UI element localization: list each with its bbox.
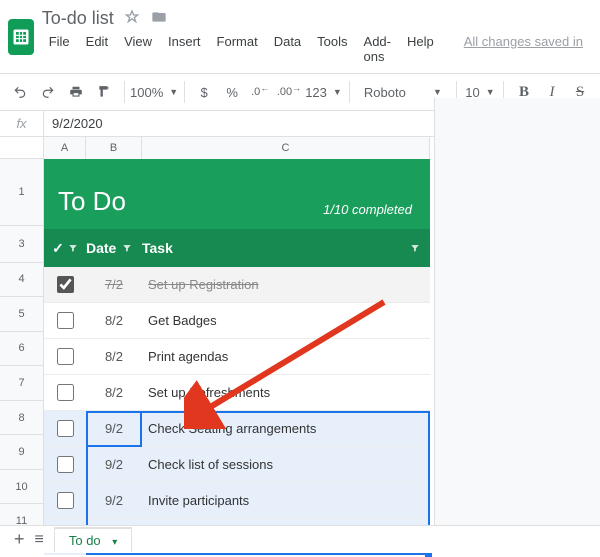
menu-bar: File Edit View Insert Format Data Tools …	[42, 29, 590, 67]
row-header[interactable]: 1	[0, 159, 43, 226]
toolbar-separator	[124, 81, 125, 103]
table-row[interactable]: 8/2 Print agendas	[44, 339, 430, 375]
row-header[interactable]: 9	[0, 435, 43, 470]
task-checkbox[interactable]	[57, 348, 74, 365]
task-text: Set up Registration	[142, 277, 430, 292]
task-text: Check list of sessions	[142, 457, 430, 472]
task-checkbox[interactable]	[57, 456, 74, 473]
task-text: Check Seating arrangements	[142, 421, 430, 436]
row-header[interactable]: 5	[0, 297, 43, 332]
row-header[interactable]: 3	[0, 226, 43, 262]
task-checkbox[interactable]	[57, 420, 74, 437]
menu-file[interactable]: File	[42, 31, 77, 67]
zoom-value: 100%	[130, 85, 163, 100]
caret-down-icon: ▼	[333, 87, 342, 97]
date-header: Date	[86, 240, 116, 256]
sheet-tab[interactable]: To do ▾	[54, 527, 132, 552]
task-date: 9/2	[86, 421, 142, 436]
toolbar-separator	[184, 81, 185, 103]
sheet-tab-menu-icon[interactable]: ▾	[112, 537, 117, 548]
col-header-c[interactable]: C	[142, 137, 430, 159]
star-icon[interactable]	[124, 9, 140, 28]
table-row[interactable]: 9/2 Invite participants	[44, 483, 430, 519]
task-date: 9/2	[86, 493, 142, 508]
filter-icon[interactable]	[68, 243, 78, 253]
zoom-dropdown[interactable]: 100% ▼	[133, 79, 176, 105]
task-checkbox[interactable]	[57, 312, 74, 329]
menu-data[interactable]: Data	[267, 31, 308, 67]
toolbar-separator	[349, 81, 350, 103]
redo-button[interactable]	[36, 79, 60, 105]
menu-help[interactable]: Help	[400, 31, 441, 67]
task-header: Task	[142, 240, 173, 256]
dec-dec-label: .0	[251, 86, 260, 98]
row-header[interactable]: 6	[0, 332, 43, 367]
add-sheet-button[interactable]: +	[14, 529, 25, 550]
table-row[interactable]: 9/2 Check list of sessions	[44, 447, 430, 483]
table-row[interactable]: 8/2 Get Badges	[44, 303, 430, 339]
spreadsheet-icon	[11, 27, 31, 47]
currency-button[interactable]: $	[192, 79, 216, 105]
task-date: 8/2	[86, 349, 142, 364]
table-row[interactable]: 8/2 Set up Refreshments	[44, 375, 430, 411]
more-formats-label: 123	[305, 85, 327, 100]
table-row[interactable]: 9/2 Check Seating arrangements	[44, 411, 430, 447]
caret-down-icon: ▼	[433, 87, 442, 97]
print-button[interactable]	[64, 79, 88, 105]
task-checkbox[interactable]	[57, 384, 74, 401]
inc-dec-label: .00	[277, 86, 292, 98]
task-text: Print agendas	[142, 349, 430, 364]
move-folder-icon[interactable]	[150, 9, 168, 28]
task-text: Set up Refreshments	[142, 385, 430, 400]
document-title[interactable]: To-do list	[42, 8, 114, 29]
menu-edit[interactable]: Edit	[79, 31, 115, 67]
task-date: 9/2	[86, 457, 142, 472]
col-header-a[interactable]: A	[44, 137, 86, 159]
menu-addons[interactable]: Add-ons	[357, 31, 398, 67]
caret-down-icon: ▼	[486, 87, 495, 97]
row-header[interactable]: 8	[0, 401, 43, 436]
task-text: Get Badges	[142, 313, 430, 328]
todo-completed-count: 1/10 completed	[323, 202, 412, 217]
menu-format[interactable]: Format	[210, 31, 265, 67]
right-gutter	[434, 98, 600, 553]
task-text: Invite participants	[142, 493, 430, 508]
fx-label[interactable]: fx	[0, 111, 44, 136]
todo-column-header: ✓ Date Task	[44, 229, 430, 267]
todo-title: To Do	[58, 186, 126, 217]
todo-header: To Do 1/10 completed	[44, 159, 430, 229]
row-header[interactable]: 7	[0, 366, 43, 401]
table-row[interactable]: 7/2 Set up Registration	[44, 267, 430, 303]
menu-insert[interactable]: Insert	[161, 31, 208, 67]
caret-down-icon: ▼	[169, 87, 178, 97]
filter-icon[interactable]	[410, 243, 420, 253]
increase-decimal-button[interactable]: .00→	[276, 79, 302, 105]
formula-value[interactable]: 9/2/2020	[44, 116, 103, 131]
sheets-app-icon[interactable]	[8, 19, 34, 55]
more-formats-dropdown[interactable]: 123 ▼	[306, 79, 341, 105]
paint-format-button[interactable]	[92, 79, 116, 105]
undo-button[interactable]	[8, 79, 32, 105]
menu-tools[interactable]: Tools	[310, 31, 354, 67]
filter-icon[interactable]	[122, 243, 132, 253]
sheet-tab-label: To do	[69, 533, 101, 548]
percent-button[interactable]: %	[220, 79, 244, 105]
task-checkbox[interactable]	[57, 492, 74, 509]
save-status[interactable]: All changes saved in	[457, 31, 590, 67]
task-date: 8/2	[86, 313, 142, 328]
font-name: Roboto	[364, 85, 406, 100]
menu-view[interactable]: View	[117, 31, 159, 67]
all-sheets-button[interactable]: ≡	[35, 531, 44, 549]
select-all-corner[interactable]	[0, 137, 44, 159]
row-headers: 1 3 4 5 6 7 8 9 10 11	[0, 159, 44, 539]
task-date: 7/2	[86, 277, 142, 292]
task-date: 8/2	[86, 385, 142, 400]
row-header[interactable]: 4	[0, 263, 43, 298]
col-header-b[interactable]: B	[86, 137, 142, 159]
row-header[interactable]: 10	[0, 470, 43, 505]
task-checkbox[interactable]	[57, 276, 74, 293]
sheet-tab-bar: + ≡ To do ▾	[0, 525, 600, 553]
check-header-icon: ✓	[52, 240, 64, 257]
decrease-decimal-button[interactable]: .0←	[248, 79, 272, 105]
